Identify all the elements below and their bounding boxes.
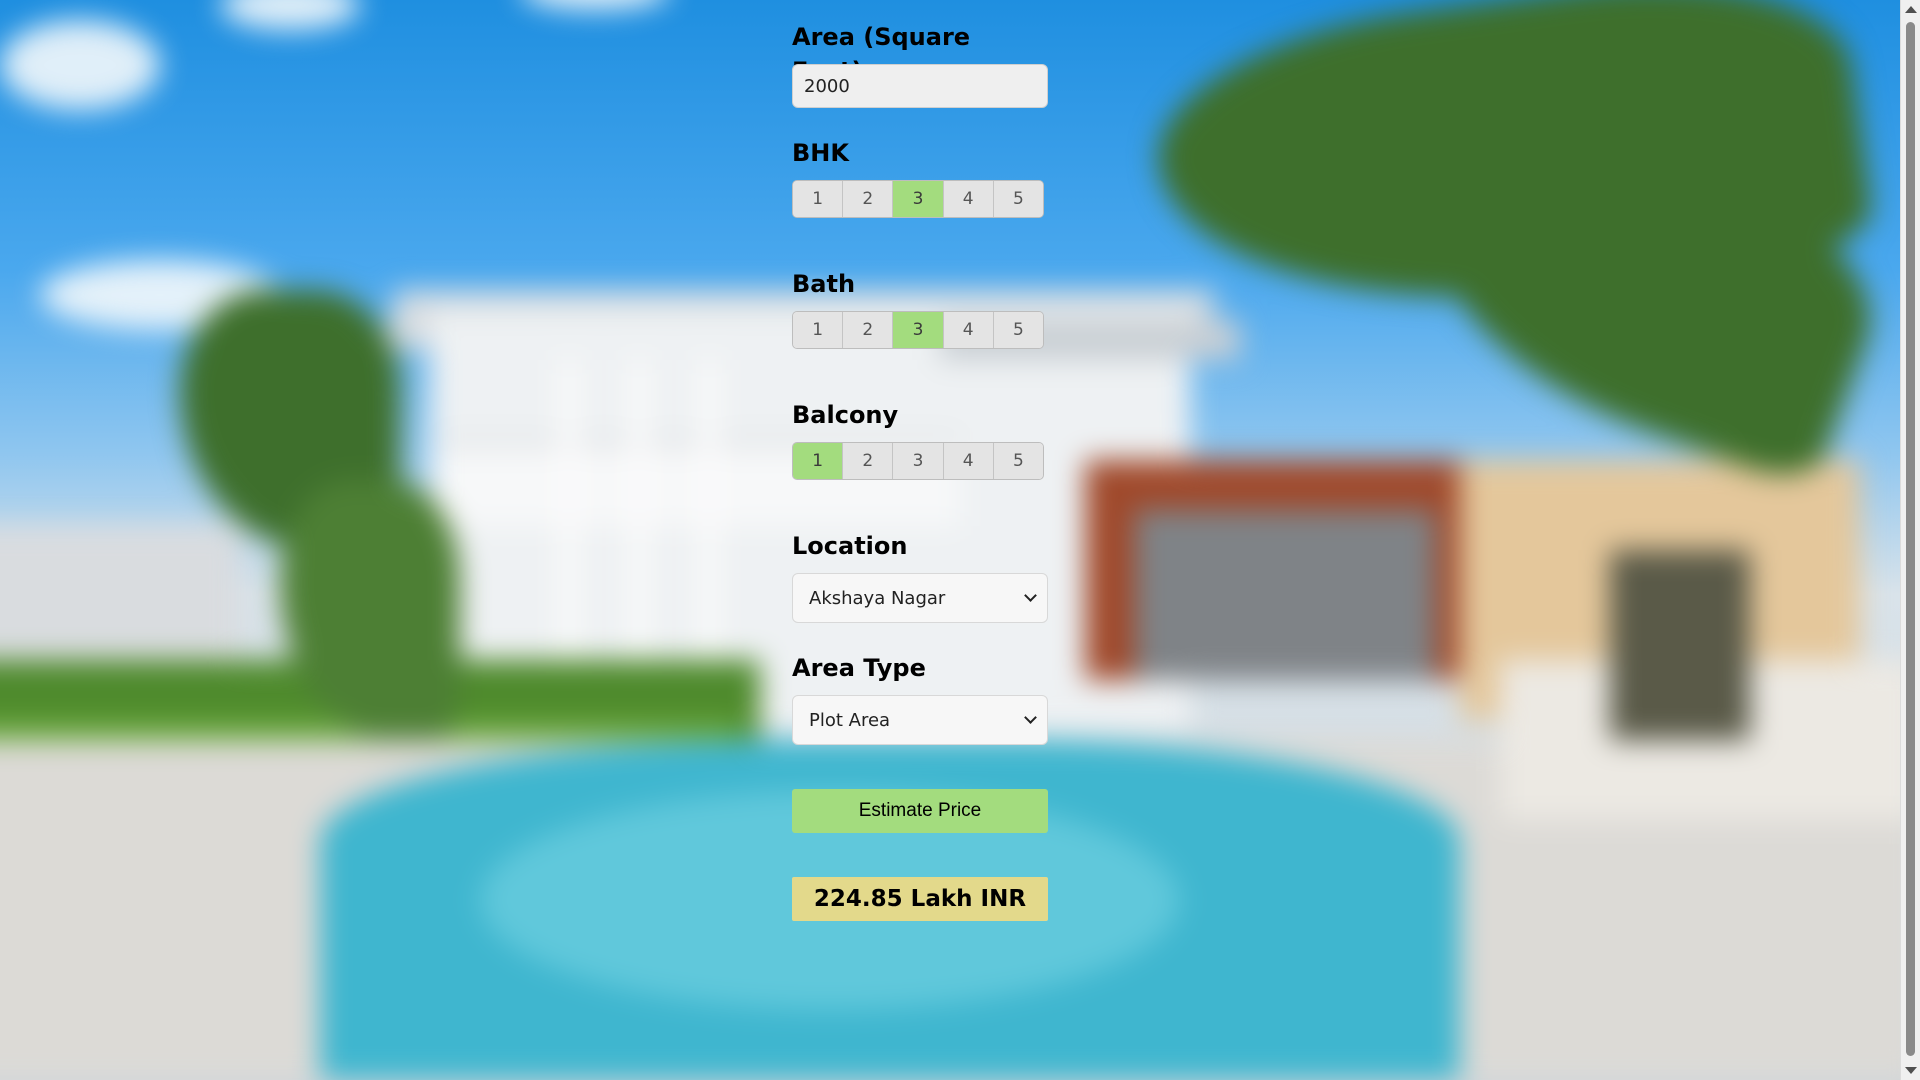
cloud xyxy=(220,0,360,30)
background-building-left xyxy=(0,525,240,675)
bhk-option-4[interactable]: 4 xyxy=(943,181,994,217)
bhk-option-3[interactable]: 3 xyxy=(893,181,944,217)
area-label: Area (Square Feet) xyxy=(792,23,971,85)
house-column xyxy=(700,360,718,690)
bath-option-2[interactable]: 2 xyxy=(843,312,894,348)
bath-option-1[interactable]: 1 xyxy=(793,312,844,348)
bath-switch[interactable]: 1 2 3 4 5 xyxy=(792,311,1044,349)
balcony-option-5[interactable]: 5 xyxy=(993,443,1043,479)
bath-option-4[interactable]: 4 xyxy=(943,312,994,348)
balcony-option-4[interactable]: 4 xyxy=(943,443,994,479)
balcony-label: Balcony xyxy=(792,401,899,429)
price-estimator-form: Area (Square Feet) BHK 1 2 3 4 5 Bath 1 … xyxy=(792,20,1048,921)
glass-doors xyxy=(1135,510,1435,680)
location-select[interactable]: Akshaya Nagar xyxy=(792,573,1048,623)
bath-label: Bath xyxy=(792,270,856,298)
area-type-select[interactable]: Plot Area xyxy=(792,695,1048,745)
bhk-option-2[interactable]: 2 xyxy=(843,181,894,217)
chevron-down-icon xyxy=(1024,711,1037,724)
bhk-option-1[interactable]: 1 xyxy=(793,181,844,217)
area-type-selected-value: Plot Area xyxy=(809,709,891,731)
balcony-switch[interactable]: 1 2 3 4 5 xyxy=(792,442,1044,480)
cloud xyxy=(520,0,670,10)
area-input[interactable] xyxy=(792,64,1048,108)
location-selected-value: Akshaya Nagar xyxy=(809,587,946,609)
page-scrollbar[interactable] xyxy=(1900,0,1920,1080)
balcony-option-2[interactable]: 2 xyxy=(843,443,894,479)
estimated-price-result: 224.85 Lakh INR xyxy=(792,877,1048,921)
scroll-down-arrow-icon[interactable] xyxy=(1905,1067,1917,1074)
planter xyxy=(1610,550,1750,740)
balcony-option-1[interactable]: 1 xyxy=(793,443,844,479)
house-column xyxy=(560,360,578,690)
area-type-label: Area Type xyxy=(792,654,926,682)
scroll-thumb[interactable] xyxy=(1906,22,1915,1056)
estimate-price-button[interactable]: Estimate Price xyxy=(792,789,1048,833)
bath-option-3[interactable]: 3 xyxy=(893,312,944,348)
balcony-option-3[interactable]: 3 xyxy=(893,443,944,479)
house-column xyxy=(630,360,648,690)
bhk-option-5[interactable]: 5 xyxy=(993,181,1043,217)
chevron-down-icon xyxy=(1024,589,1037,602)
bhk-label: BHK xyxy=(792,139,849,167)
cloud xyxy=(0,20,160,110)
bath-option-5[interactable]: 5 xyxy=(993,312,1043,348)
bhk-switch[interactable]: 1 2 3 4 5 xyxy=(792,180,1044,218)
scroll-up-arrow-icon[interactable] xyxy=(1905,6,1917,13)
location-label: Location xyxy=(792,532,908,560)
